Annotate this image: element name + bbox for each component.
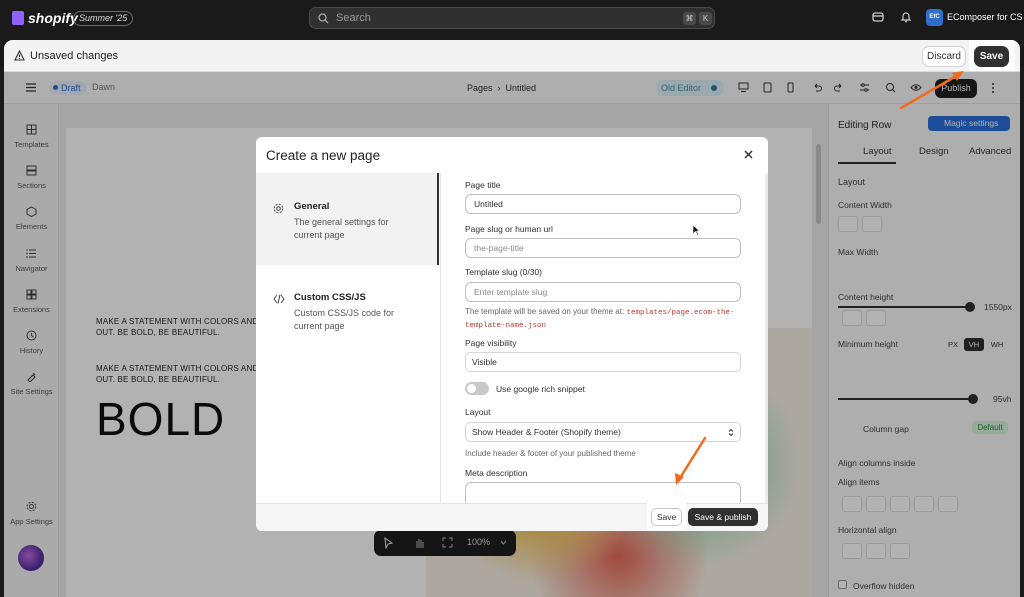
arrow-to-modal-save-icon	[675, 436, 707, 485]
arrow-to-top-save-icon	[899, 71, 964, 110]
annotation-layer	[675, 71, 964, 485]
